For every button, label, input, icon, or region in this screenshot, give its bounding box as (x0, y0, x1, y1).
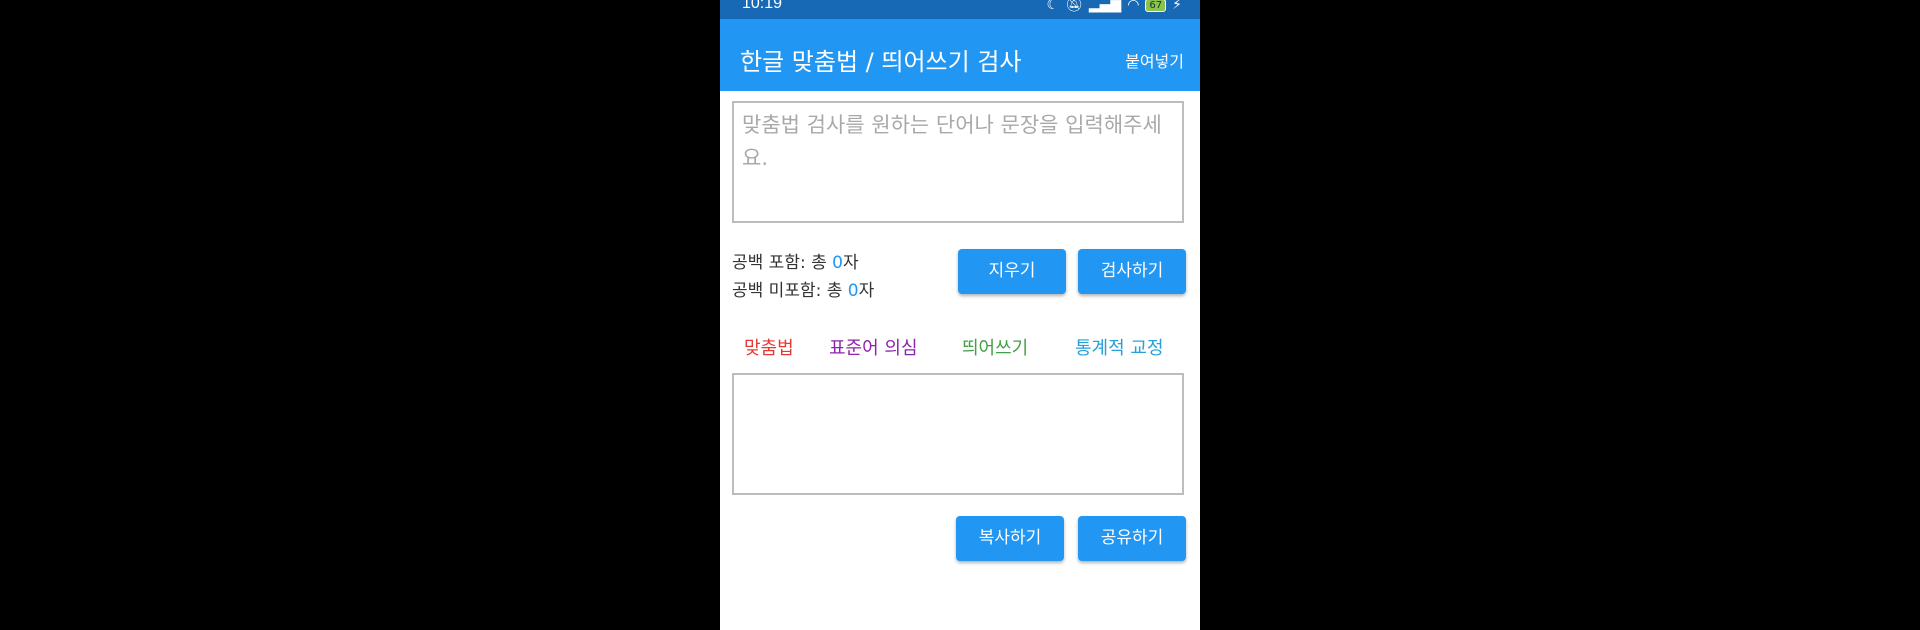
legend-spacing: 띄어쓰기 (962, 338, 1029, 359)
mute-icon: 🔕︎ (1065, 0, 1083, 13)
count-without-spaces: 공백 미포함: 총 0자 (732, 276, 874, 301)
copy-button[interactable]: 복사하기 (956, 516, 1064, 561)
count-with-spaces-value: 0 (832, 253, 843, 273)
count-unit: 자 (842, 253, 859, 273)
check-button[interactable]: 검사하기 (1078, 249, 1186, 294)
status-icons: ☾ 🔕︎ ▂▄▆ ◠ 67 ⚡︎ (1047, 0, 1182, 13)
wifi-icon: ◠ (1127, 0, 1140, 13)
moon-icon: ☾ (1046, 0, 1060, 13)
paste-button[interactable]: 붙여넣기 (1125, 48, 1184, 72)
status-time: 10:19 (742, 0, 783, 12)
input-container (732, 101, 1184, 223)
count-with-spaces-label: 공백 포함: 총 (732, 253, 833, 273)
count-unit: 자 (858, 281, 875, 301)
count-with-spaces: 공백 포함: 총 0자 (732, 248, 859, 273)
battery-icon: 67 (1145, 0, 1167, 12)
charging-icon: ⚡︎ (1172, 0, 1182, 13)
result-box (732, 373, 1184, 495)
app-title: 한글 맞춤법 / 띄어쓰기 검사 (740, 48, 1022, 76)
signal-icon: ▂▄▆ (1088, 0, 1122, 13)
phone-screen: 10:19 ☾ 🔕︎ ▂▄▆ ◠ 67 ⚡︎ 한글 맞춤법 / 띄어쓰기 검사 … (720, 0, 1200, 630)
count-without-spaces-value: 0 (847, 281, 859, 301)
app-bar: 한글 맞춤법 / 띄어쓰기 검사 붙여넣기 (720, 19, 1200, 91)
legend-spelling: 맞춤법 (744, 338, 794, 359)
text-input[interactable] (734, 103, 1182, 221)
count-without-spaces-label: 공백 미포함: 총 (732, 281, 848, 301)
legend-standard-suspect: 표준어 의심 (829, 338, 918, 359)
legend-statistical: 통계적 교정 (1075, 338, 1164, 359)
clear-button[interactable]: 지우기 (958, 249, 1066, 294)
share-button[interactable]: 공유하기 (1078, 516, 1186, 561)
status-bar: 10:19 ☾ 🔕︎ ▂▄▆ ◠ 67 ⚡︎ (720, 0, 1200, 19)
